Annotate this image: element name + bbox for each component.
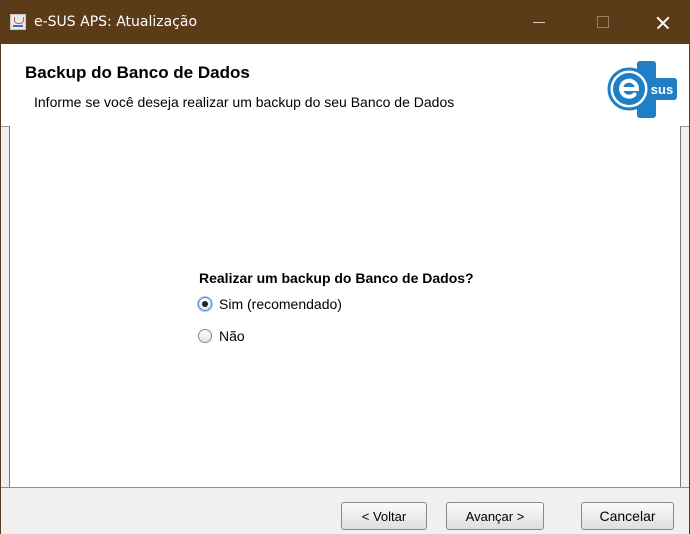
title-bar[interactable]: e-SUS APS: Atualização [1,1,689,44]
radio-label-nao: Não [219,328,245,344]
radio-unchecked-icon[interactable] [198,329,212,343]
java-cup-icon [10,14,26,30]
maximize-icon[interactable] [580,1,626,44]
page-title: Backup do Banco de Dados [25,63,250,82]
next-button[interactable]: Avançar > [446,502,544,530]
wizard-body [9,126,681,487]
cancel-button[interactable]: Cancelar [581,502,674,530]
page-subtitle: Informe se você deseja realizar um backu… [34,94,455,110]
radio-label-sim: Sim (recomendado) [219,296,342,312]
wizard-header: Backup do Banco de Dados Informe se você… [1,44,689,127]
backup-question: Realizar um backup do Banco de Dados? [199,270,474,286]
close-icon[interactable] [639,1,685,44]
esus-logo: sus [607,61,677,118]
installer-window: e-SUS APS: Atualização Backup do Banco d… [0,0,690,534]
wizard-footer: < Voltar Avançar > Cancelar [1,487,689,534]
logo-text: sus [651,82,673,97]
window-title: e-SUS APS: Atualização [34,14,198,30]
minimize-icon[interactable] [516,1,562,44]
radio-option-nao[interactable]: Não [198,326,245,346]
radio-option-sim[interactable]: Sim (recomendado) [198,294,342,314]
back-button[interactable]: < Voltar [341,502,427,530]
radio-checked-icon[interactable] [198,297,212,311]
